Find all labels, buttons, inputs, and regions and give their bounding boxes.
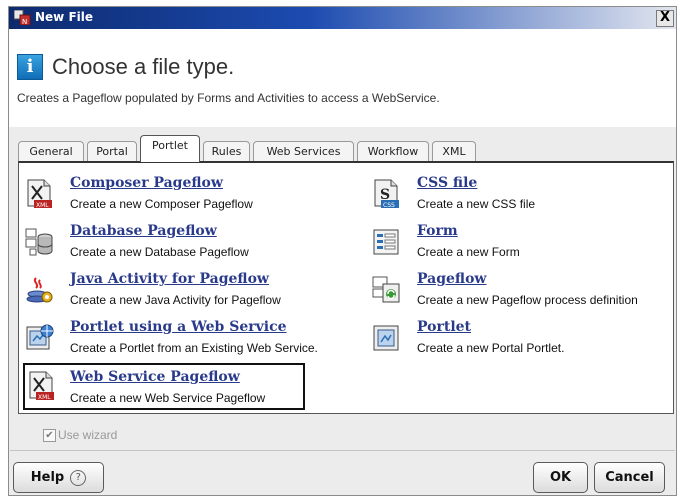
file-type-name[interactable]: Pageflow [417,271,487,287]
file-type-form[interactable]: Form Create a new Form [371,223,671,263]
form-icon [373,229,399,255]
dialog-header: i Choose a file type. Creates a Pageflow… [9,29,676,127]
file-type-css-file[interactable]: S CSS CSS file Create a new CSS file [371,175,671,215]
file-type-desc: Create a Portlet from an Existing Web Se… [70,341,318,355]
file-type-database-pageflow[interactable]: Database Pageflow Create a new Database … [24,223,324,263]
new-file-dialog: N New File X i Choose a file type. Creat… [8,6,677,496]
file-type-name[interactable]: Database Pageflow [70,223,217,239]
svg-text:XML: XML [38,394,51,401]
tab-general[interactable]: General [18,141,84,161]
file-type-desc: Create a new Portal Portlet. [417,341,565,355]
file-type-desc: Create a new Form [417,245,520,259]
page-title: Choose a file type. [52,54,235,79]
file-type-desc: Create a new Composer Pageflow [70,197,253,211]
file-type-desc: Create a new Web Service Pageflow [70,391,266,405]
file-type-name[interactable]: Portlet using a Web Service [70,319,287,335]
file-type-name[interactable]: Web Service Pageflow [70,369,240,385]
java-activity-icon [26,277,53,303]
file-type-web-service-pageflow[interactable]: XML Web Service Pageflow Create a new We… [23,363,305,410]
file-type-desc: Create a new Database Pageflow [70,245,249,259]
svg-text:N: N [22,18,27,25]
file-type-name[interactable]: CSS file [417,175,477,191]
xml-document-icon: XML [29,371,54,401]
tab-workflow[interactable]: Workflow [357,141,429,161]
file-type-portlet[interactable]: Portlet Create a new Portal Portlet. [371,319,671,359]
help-icon: ? [70,469,87,486]
file-type-list: XML Composer Pageflow Create a new Compo… [18,161,674,414]
database-icon [25,228,53,256]
css-file-icon: S CSS [374,179,399,209]
app-icon: N [14,10,31,25]
close-button[interactable]: X [656,10,674,27]
info-icon: i [17,54,43,80]
portlet-webservice-icon [26,324,54,350]
file-type-portlet-web-service[interactable]: Portlet using a Web Service Create a Por… [24,319,364,359]
help-button[interactable]: Help? [13,462,104,493]
help-button-label: Help [30,470,65,485]
checkmark-icon: ✔ [43,429,56,442]
window-title: New File [35,10,94,24]
cancel-button[interactable]: Cancel [594,462,665,493]
tab-portal[interactable]: Portal [87,141,137,161]
svg-text:CSS: CSS [383,202,395,209]
title-bar[interactable]: N New File X [9,7,676,29]
file-type-description: Creates a Pageflow populated by Forms an… [17,91,440,105]
file-type-name[interactable]: Java Activity for Pageflow [70,271,269,287]
file-type-composer-pageflow[interactable]: XML Composer Pageflow Create a new Compo… [24,175,324,215]
file-type-name[interactable]: Composer Pageflow [70,175,223,191]
divider [10,450,675,451]
pageflow-icon [372,276,400,303]
ok-button[interactable]: OK [533,462,588,493]
tab-rules[interactable]: Rules [203,141,250,161]
file-type-pageflow[interactable]: Pageflow Create a new Pageflow process d… [371,271,671,311]
file-type-name[interactable]: Form [417,223,458,239]
xml-document-icon: XML [27,179,52,209]
file-type-java-activity[interactable]: Java Activity for Pageflow Create a new … [24,271,324,311]
file-type-desc: Create a new CSS file [417,197,536,211]
tab-portlet[interactable]: Portlet [140,135,200,162]
file-type-name[interactable]: Portlet [417,319,471,335]
use-wizard-label: Use wizard [58,428,118,442]
tab-web-services[interactable]: Web Services [253,141,354,161]
file-type-desc: Create a new Java Activity for Pageflow [70,293,281,307]
tab-xml[interactable]: XML [432,141,476,161]
svg-text:XML: XML [36,202,49,209]
file-type-desc: Create a new Pageflow process definition [417,293,638,307]
portlet-icon [373,325,399,351]
